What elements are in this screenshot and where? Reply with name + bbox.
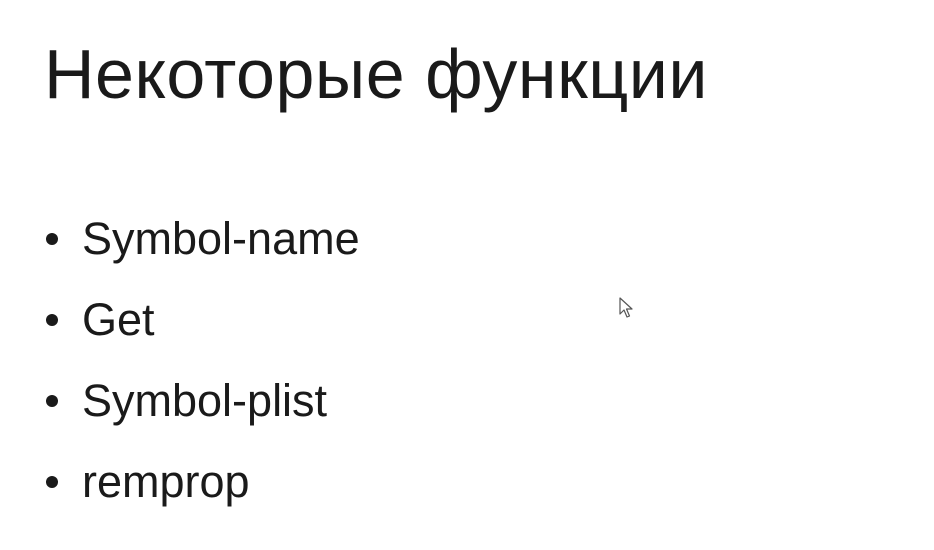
bullet-icon	[46, 313, 58, 326]
bullet-icon	[46, 394, 58, 407]
bullet-icon	[46, 232, 58, 245]
bullet-icon	[46, 475, 58, 488]
list-item: remprop	[44, 441, 360, 522]
list-item: Get	[44, 279, 360, 360]
bullet-label: Get	[82, 293, 155, 345]
slide-title: Некоторые функции	[44, 35, 708, 113]
presentation-slide: Некоторые функции Symbol-name Get Symbol…	[0, 0, 934, 550]
bullet-label: remprop	[82, 455, 250, 507]
list-item: Symbol-plist	[44, 360, 360, 441]
bullet-label: Symbol-name	[82, 212, 360, 264]
mouse-pointer-icon	[619, 297, 633, 318]
list-item: Symbol-name	[44, 198, 360, 279]
bullet-list: Symbol-name Get Symbol-plist remprop	[44, 198, 360, 522]
bullet-label: Symbol-plist	[82, 374, 328, 426]
